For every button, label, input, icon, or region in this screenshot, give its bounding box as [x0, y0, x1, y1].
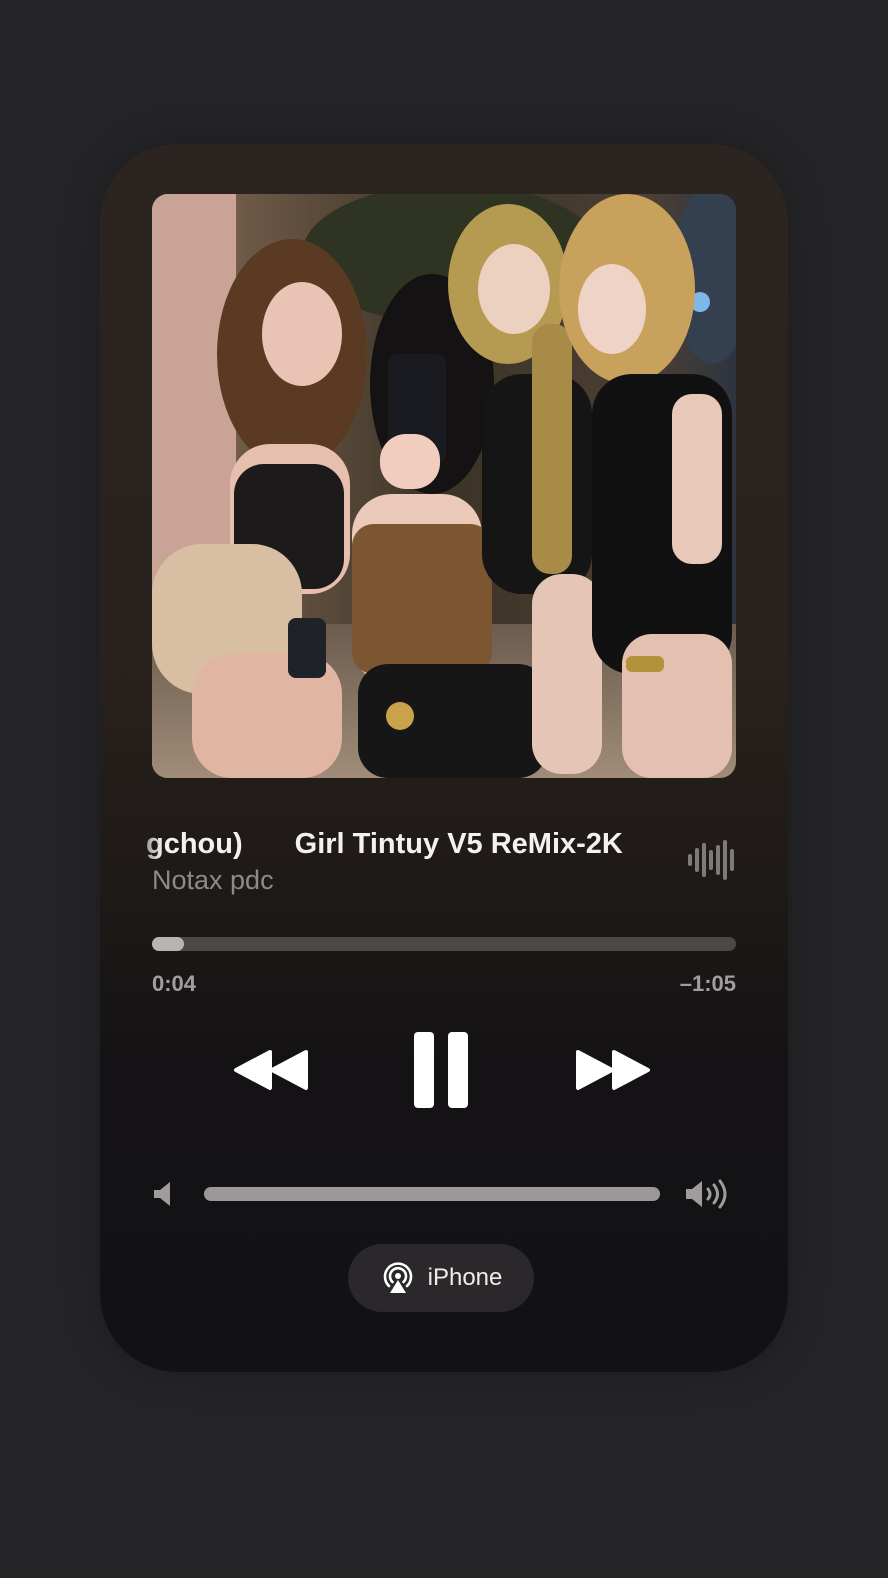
- track-title[interactable]: gchou) Girl Tintuy V5 ReMix-2K: [146, 822, 686, 866]
- album-artwork[interactable]: [152, 194, 736, 778]
- speaker-high-icon: [686, 1179, 727, 1209]
- now-playing-card: gchou) Girl Tintuy V5 ReMix-2K Notax pdc …: [100, 144, 788, 1372]
- pause-icon: [414, 1032, 468, 1108]
- elapsed-time: 0:04: [152, 971, 197, 996]
- airplay-route-button[interactable]: iPhone: [348, 1244, 534, 1312]
- speaker-low-icon: [154, 1182, 170, 1206]
- progress-scrubber[interactable]: [152, 937, 736, 951]
- rewind-button[interactable]: [230, 1046, 312, 1094]
- album-artwork-photo: [152, 194, 736, 778]
- airplay-icon: [383, 1262, 412, 1293]
- fast-forward-icon: [576, 1050, 650, 1090]
- track-title-text: Girl Tintuy V5 ReMix-2K: [294, 828, 623, 860]
- waveform-icon: [688, 840, 734, 880]
- rewind-icon: [234, 1050, 308, 1090]
- volume-slider[interactable]: [204, 1187, 660, 1201]
- remaining-time: –1:05: [679, 971, 736, 996]
- progress-fill: [152, 937, 185, 951]
- pause-button[interactable]: [414, 1032, 470, 1108]
- fast-forward-button[interactable]: [572, 1046, 654, 1094]
- route-label: iPhone: [427, 1264, 503, 1291]
- volume-fill: [204, 1187, 660, 1201]
- track-title-tail: gchou): [146, 828, 243, 860]
- track-artist[interactable]: Notax pdc: [152, 862, 274, 898]
